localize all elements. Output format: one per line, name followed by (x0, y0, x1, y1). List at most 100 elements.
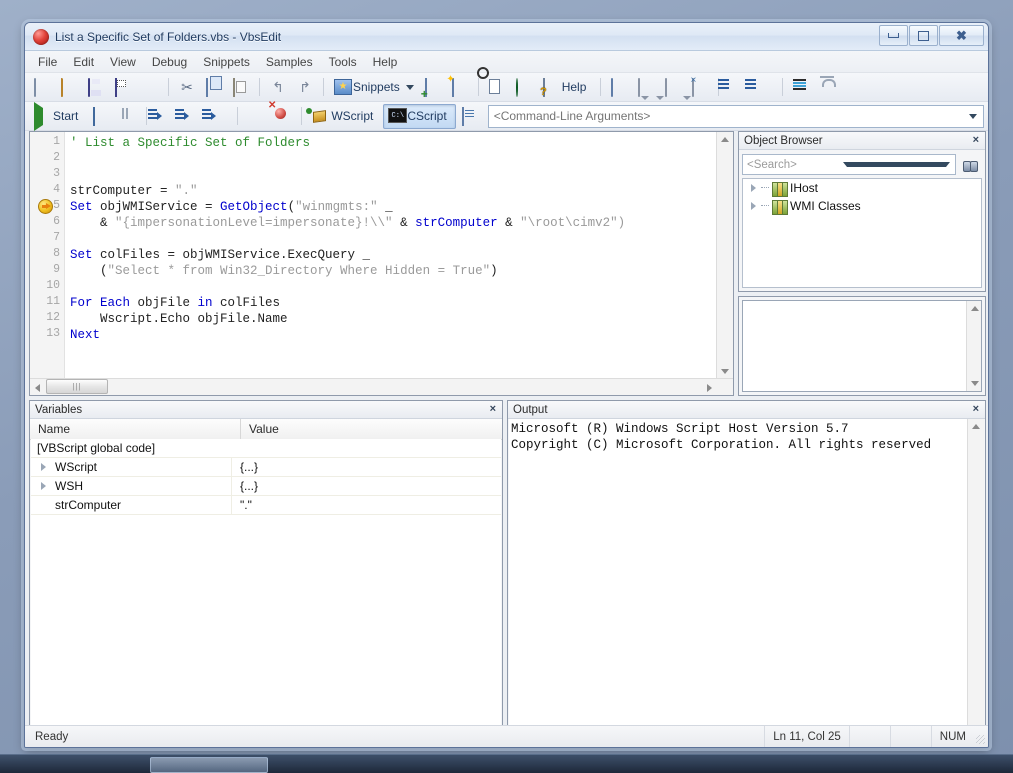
toolbar-separator (168, 78, 169, 96)
new-file-button[interactable] (29, 75, 55, 100)
toggle-window-button[interactable] (606, 75, 632, 100)
table-row[interactable]: [VBScript global code] (31, 439, 501, 458)
command-line-arguments-combo[interactable] (487, 104, 984, 128)
snippets-button[interactable]: Snippets (329, 75, 419, 100)
chevron-down-icon[interactable] (842, 162, 950, 167)
scroll-left-button[interactable] (30, 380, 45, 395)
cscript-button[interactable]: C:\ CScript (383, 103, 456, 129)
toggle-breakpoint-button[interactable] (243, 104, 269, 129)
menu-help[interactable]: Help (365, 53, 406, 71)
tree-item-label: WMI Classes (790, 199, 861, 213)
output-close-button[interactable]: × (973, 404, 979, 415)
snippets-label: Snippets (353, 80, 400, 94)
expand-toggle-icon[interactable] (749, 184, 758, 193)
output-body[interactable]: Microsoft (R) Windows Script Host Versio… (509, 419, 984, 747)
minimize-button[interactable] (879, 25, 908, 46)
variable-value: {...} (240, 460, 259, 474)
step-out-button[interactable] (202, 104, 232, 129)
clear-breakpoints-button[interactable] (270, 104, 296, 129)
menu-debug[interactable]: Debug (144, 53, 195, 71)
web-help-button[interactable] (511, 75, 537, 100)
object-browser-tree[interactable]: IHost WMI Classes (742, 178, 982, 288)
outdent-button[interactable] (745, 75, 777, 100)
menu-samples[interactable]: Samples (258, 53, 321, 71)
expand-toggle-icon[interactable] (41, 482, 51, 490)
comment-delete-icon (692, 78, 708, 97)
table-row[interactable]: strComputer "." (31, 496, 501, 515)
variables-close-button[interactable]: × (490, 404, 496, 415)
object-browser-close-button[interactable]: × (973, 135, 979, 146)
code-token: "\root\cimv2") (520, 216, 626, 230)
output-window-button[interactable] (457, 104, 483, 129)
close-button[interactable]: ✖ (939, 25, 984, 46)
scroll-up-button[interactable] (968, 419, 983, 434)
scroll-down-button[interactable] (967, 376, 982, 391)
code-line: For Each objFile in colFiles (70, 295, 280, 311)
edit-snippet-button[interactable] (447, 75, 473, 100)
table-row[interactable]: WScript {...} (31, 458, 501, 477)
status-spacer-1 (848, 726, 890, 747)
editor-horizontal-scrollbar[interactable]: ||| (30, 378, 733, 395)
bookmark-button[interactable] (815, 75, 841, 100)
chevron-down-icon[interactable] (405, 84, 414, 90)
expand-toggle-icon[interactable] (749, 202, 758, 211)
horizontal-scroll-thumb[interactable]: ||| (46, 379, 108, 394)
editor-vertical-scrollbar[interactable] (716, 132, 733, 395)
maximize-button[interactable] (909, 25, 938, 46)
variable-name: WScript (55, 460, 97, 474)
command-line-arguments-input[interactable] (488, 109, 969, 123)
save-all-button[interactable] (110, 75, 136, 100)
scroll-right-button[interactable] (702, 380, 717, 395)
run-script-button[interactable] (137, 75, 163, 100)
column-header-name[interactable]: Name (30, 419, 241, 439)
wscript-button[interactable]: WScript (307, 104, 382, 129)
step-over-icon (175, 108, 200, 124)
start-label: Start (53, 109, 79, 123)
column-header-value[interactable]: Value (241, 419, 502, 439)
chevron-up-icon (720, 137, 729, 142)
object-browser-search-button[interactable] (958, 153, 982, 176)
menu-snippets[interactable]: Snippets (195, 53, 258, 71)
help-button[interactable]: Help (538, 75, 596, 100)
code-text[interactable]: ' List a Specific Set of Folders strCompu… (70, 132, 733, 395)
open-file-button[interactable] (56, 75, 82, 100)
save-button[interactable] (83, 75, 109, 100)
scroll-up-button[interactable] (717, 132, 732, 147)
remove-comment-button[interactable] (687, 75, 713, 100)
cut-button[interactable]: ✂ (174, 75, 200, 100)
start-button[interactable]: Start (29, 102, 87, 131)
chevron-down-icon[interactable] (969, 113, 977, 119)
paste-button[interactable] (228, 75, 254, 100)
breakpoint-icon (248, 108, 264, 124)
copy-button[interactable] (201, 75, 227, 100)
stop-button[interactable] (88, 104, 114, 129)
variables-rows[interactable]: [VBScript global code] WScript {...} WSH (31, 439, 501, 747)
taskbar-item[interactable] (150, 757, 268, 773)
description-vertical-scrollbar[interactable] (966, 301, 981, 391)
tree-item-wmi-classes[interactable]: WMI Classes (743, 197, 981, 215)
scroll-up-button[interactable] (967, 301, 982, 316)
format-lines-button[interactable] (788, 75, 814, 100)
pause-button[interactable] (115, 104, 141, 129)
code-editor[interactable]: 1 2 3 4 5 6 7 8 9 10 11 12 13 ' List a S… (29, 131, 734, 396)
menu-view[interactable]: View (102, 53, 144, 71)
step-into-button[interactable] (148, 104, 178, 129)
find-button[interactable] (484, 75, 510, 100)
step-over-button[interactable] (175, 104, 205, 129)
menu-tools[interactable]: Tools (321, 53, 365, 71)
line-number: 13 (46, 327, 60, 340)
editor-gutter[interactable]: 1 2 3 4 5 6 7 8 9 10 11 12 13 (30, 132, 65, 395)
add-snippet-button[interactable] (420, 75, 446, 100)
undo-button[interactable]: ↰ (265, 75, 291, 100)
expand-toggle-icon[interactable] (41, 463, 51, 471)
code-token: & (70, 216, 116, 230)
output-vertical-scrollbar[interactable] (967, 419, 984, 747)
resize-grip[interactable] (974, 726, 988, 747)
object-browser-search-input[interactable]: <Search> (742, 154, 956, 175)
menu-file[interactable]: File (30, 53, 65, 71)
tree-item-ihost[interactable]: IHost (743, 179, 981, 197)
menu-edit[interactable]: Edit (65, 53, 102, 71)
scroll-down-button[interactable] (717, 364, 732, 379)
table-row[interactable]: WSH {...} (31, 477, 501, 496)
redo-button[interactable]: ↱ (292, 75, 318, 100)
